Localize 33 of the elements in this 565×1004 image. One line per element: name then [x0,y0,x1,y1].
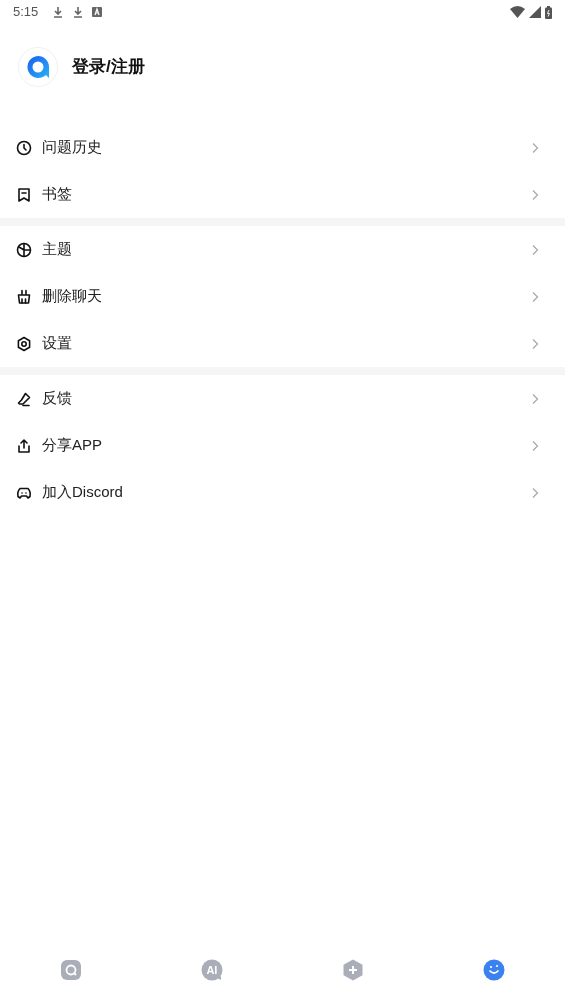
login-link[interactable]: 登录/注册 [72,54,145,80]
chevron-right-icon [531,290,539,303]
wifi-icon [510,6,525,18]
clock-icon [16,139,32,156]
nav-tab[interactable] [59,959,82,981]
nav-tab[interactable] [342,959,365,981]
app-logo-icon[interactable] [18,47,58,87]
share-icon [16,437,32,454]
download-icon [52,6,65,18]
menu-item[interactable]: 书签 [42,183,72,206]
menu-item[interactable]: 主题 [42,238,72,261]
chevron-right-icon [531,337,539,350]
settings-icon [16,335,32,352]
chevron-right-icon [531,439,539,452]
download-icon [72,6,85,18]
status-time: 5:15 [13,3,39,22]
menu-item[interactable]: 加入Discord [42,481,123,504]
notification-icon [92,7,103,17]
menu-item[interactable]: 问题历史 [42,136,102,159]
eraser-icon [16,390,32,407]
chevron-right-icon [531,141,539,154]
chevron-right-icon [531,243,539,256]
menu-item[interactable]: 设置 [42,332,72,355]
signal-icon [529,6,541,18]
battery-icon [545,5,552,19]
nav-tab[interactable] [483,959,506,981]
chevron-right-icon [531,486,539,499]
menu-item[interactable]: 删除聊天 [42,285,102,308]
chevron-right-icon [531,188,539,201]
chevron-right-icon [531,392,539,405]
menu-item[interactable]: 反馈 [42,387,72,410]
bookmark-icon [16,186,32,203]
menu-item[interactable]: 分享APP [42,434,102,457]
